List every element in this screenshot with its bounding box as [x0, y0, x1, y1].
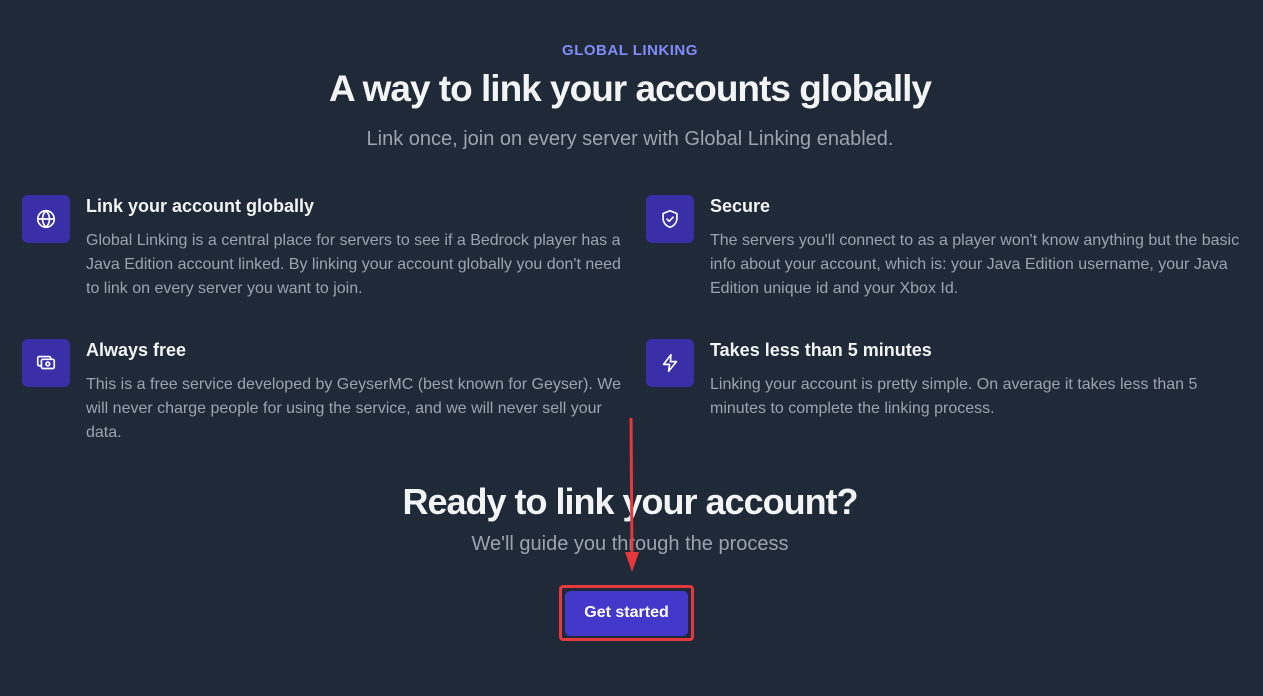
feature-description: Global Linking is a central place for se…	[86, 232, 621, 297]
feature-description: The servers you'll connect to as a playe…	[710, 232, 1240, 297]
page-title: A way to link your accounts globally	[328, 68, 932, 109]
page-eyebrow: GLOBAL LINKING	[562, 42, 698, 59]
get-started-button[interactable]: Get started	[565, 590, 688, 636]
feature-title: Link your account globally	[86, 196, 315, 216]
lightning-bolt-icon	[646, 339, 694, 387]
annotation-arrow-icon	[625, 417, 639, 572]
feature-title: Always free	[86, 340, 187, 360]
feature-title: Takes less than 5 minutes	[710, 340, 932, 360]
globe-icon	[22, 195, 70, 243]
annotation-highlight-box: Get started	[559, 585, 694, 641]
page-subtitle: Link once, join on every server with Glo…	[366, 128, 894, 150]
feature-description: This is a free service developed by Geys…	[86, 376, 622, 441]
cash-icon	[22, 339, 70, 387]
feature-description: Linking your account is pretty simple. O…	[710, 376, 1198, 417]
feature-title: Secure	[710, 196, 771, 216]
shield-check-icon	[646, 195, 694, 243]
